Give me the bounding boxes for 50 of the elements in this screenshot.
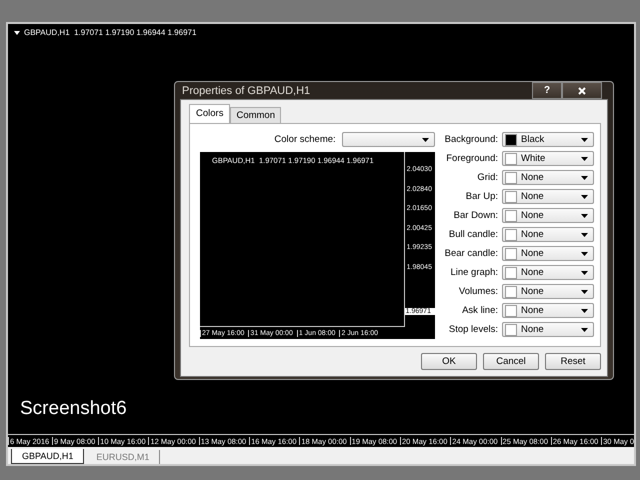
color-scheme-label: Color scheme: bbox=[274, 134, 336, 145]
color-dropdown[interactable]: None bbox=[502, 284, 594, 299]
chart-header: GBPAUD,H1 1.97071 1.97190 1.96944 1.96971 bbox=[24, 28, 196, 37]
color-dropdown[interactable]: White bbox=[502, 151, 594, 166]
close-icon bbox=[578, 86, 586, 94]
color-dropdown[interactable]: None bbox=[502, 246, 594, 261]
color-setting-label: Foreground: bbox=[445, 153, 498, 164]
color-scheme-dropdown[interactable] bbox=[342, 132, 435, 147]
color-dropdown[interactable]: None bbox=[502, 303, 594, 318]
chart-tab[interactable]: EURUSD,M1 bbox=[86, 450, 160, 464]
dialog-button[interactable]: Reset bbox=[545, 353, 601, 370]
dropdown-arrow-icon bbox=[581, 156, 588, 160]
dropdown-arrow-icon bbox=[581, 252, 588, 256]
color-setting-label: Line graph: bbox=[449, 267, 498, 278]
color-setting-label: Ask line: bbox=[461, 305, 498, 316]
color-setting-label: Bull candle: bbox=[448, 229, 498, 240]
help-button[interactable]: ? bbox=[532, 82, 562, 99]
color-setting-label: Bar Up: bbox=[464, 191, 498, 202]
color-dropdown[interactable]: None bbox=[502, 227, 594, 242]
caption: Screenshot6 bbox=[20, 398, 127, 420]
dropdown-arrow-icon bbox=[581, 328, 588, 332]
color-setting-label: Bear candle: bbox=[444, 248, 498, 259]
dropdown-arrow-icon bbox=[581, 214, 588, 218]
dropdown-arrow-icon bbox=[581, 194, 588, 198]
color-setting-label: Grid: bbox=[476, 172, 498, 183]
dropdown-arrow-icon bbox=[581, 270, 588, 274]
dialog-title: Properties of GBPAUD,H1 bbox=[181, 84, 312, 96]
dropdown-arrow-icon bbox=[581, 290, 588, 294]
tab[interactable]: Common bbox=[230, 107, 281, 123]
color-dropdown[interactable]: None bbox=[502, 208, 594, 223]
chart-tab[interactable]: GBPAUD,H1 bbox=[11, 449, 84, 464]
tab[interactable]: Colors bbox=[189, 104, 230, 123]
color-dropdown[interactable]: None bbox=[502, 189, 594, 204]
color-dropdown[interactable]: None bbox=[502, 322, 594, 337]
dialog-button[interactable]: Cancel bbox=[483, 353, 539, 370]
color-dropdown[interactable]: Black bbox=[502, 132, 594, 147]
color-dropdown[interactable]: None bbox=[502, 170, 594, 185]
dropdown-arrow-icon bbox=[581, 232, 588, 236]
dropdown-arrow-icon[interactable] bbox=[14, 30, 20, 34]
color-setting-label: Bar Down: bbox=[452, 210, 498, 221]
color-setting-label: Volumes: bbox=[458, 286, 498, 297]
dropdown-arrow-icon bbox=[581, 138, 588, 142]
color-setting-label: Stop levels: bbox=[448, 324, 498, 335]
dialog-button[interactable]: OK bbox=[421, 353, 477, 370]
dropdown-arrow-icon bbox=[422, 138, 429, 142]
close-button[interactable] bbox=[562, 82, 602, 99]
color-setting-label: Background: bbox=[444, 134, 498, 145]
dropdown-arrow-icon bbox=[581, 176, 588, 180]
color-dropdown[interactable]: None bbox=[502, 265, 594, 280]
dropdown-arrow-icon bbox=[581, 308, 588, 312]
